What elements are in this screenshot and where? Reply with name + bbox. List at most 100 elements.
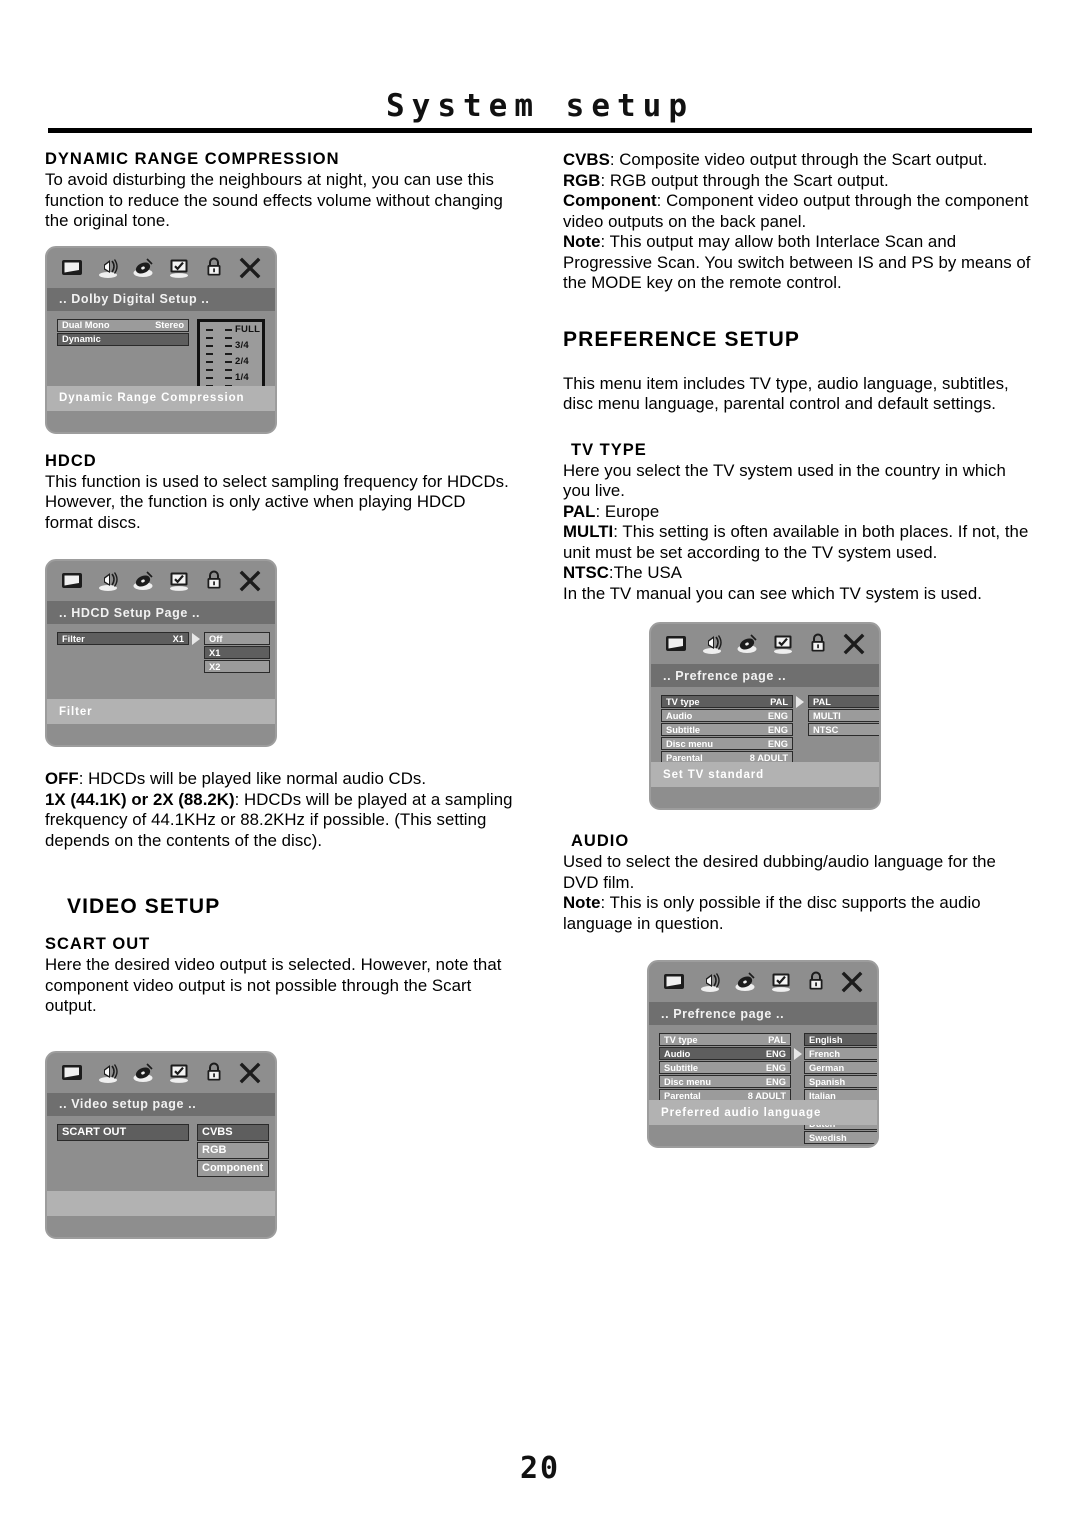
osd-option[interactable]: English	[804, 1033, 877, 1046]
exit-icon[interactable]	[842, 632, 866, 656]
preference-icon[interactable]	[769, 970, 793, 994]
speaker-icon[interactable]	[700, 632, 724, 656]
paragraph-tv-type: Here you select the TV system used in th…	[563, 461, 1033, 605]
slider-tick: 2/4	[200, 356, 262, 367]
exit-icon[interactable]	[238, 569, 262, 593]
osd-title: .. Dolby Digital Setup ..	[47, 287, 275, 311]
paragraph-video-outputs: CVBS: Composite video output through the…	[563, 150, 1033, 294]
osd-row[interactable]: Audio ENG	[659, 1047, 791, 1060]
osd-option[interactable]: PAL	[808, 695, 879, 708]
slider-tick: FULL	[200, 324, 262, 335]
paragraph-drc: To avoid disturbing the neighbours at ni…	[45, 170, 503, 230]
osd-row-value: X1	[172, 633, 184, 644]
osd-menu-list: Filter X1	[57, 632, 189, 646]
osd-row[interactable]: Dual Mono Stereo	[57, 318, 189, 332]
text-note-audio: : This is only possible if the disc supp…	[563, 893, 981, 933]
label-off: OFF	[45, 769, 79, 788]
right-column: CVBS: Composite video output through the…	[563, 150, 1033, 1148]
disc-icon[interactable]	[131, 256, 155, 280]
osd-row[interactable]: Disc menu ENG	[659, 1075, 791, 1088]
osd-dolby-digital-setup: .. Dolby Digital Setup .. Dual Mono Ster…	[45, 245, 277, 434]
selection-arrow-icon	[192, 633, 200, 645]
osd-option[interactable]: Off	[204, 632, 270, 645]
osd-row[interactable]: SCART OUT	[57, 1123, 189, 1141]
lock-icon[interactable]	[804, 970, 828, 994]
disc-icon[interactable]	[735, 632, 759, 656]
lock-icon[interactable]	[202, 256, 226, 280]
preference-icon[interactable]	[771, 632, 795, 656]
tv-icon[interactable]	[60, 1061, 84, 1085]
tv-icon[interactable]	[60, 256, 84, 280]
osd-row-value: PAL	[770, 696, 788, 707]
osd-row-value: ENG	[765, 1048, 786, 1059]
osd-option[interactable]: X1	[204, 646, 270, 659]
preference-icon[interactable]	[167, 569, 191, 593]
osd-row-label: SCART OUT	[62, 1126, 127, 1138]
tv-icon[interactable]	[662, 970, 686, 994]
preference-icon[interactable]	[167, 1061, 191, 1085]
osd-option[interactable]: CVBS	[197, 1123, 269, 1141]
page-number: 20	[519, 1451, 561, 1486]
speaker-icon[interactable]	[96, 1061, 120, 1085]
text-rgb: : RGB output through the Scart output.	[600, 170, 889, 190]
heading-preference-setup: PREFERENCE SETUP	[563, 327, 800, 351]
disc-icon[interactable]	[733, 970, 757, 994]
disc-icon[interactable]	[131, 569, 155, 593]
paragraph-preference-setup: This menu item includes TV type, audio l…	[563, 373, 1009, 414]
disc-icon[interactable]	[131, 1061, 155, 1085]
osd-row[interactable]: TV type PAL	[659, 1033, 791, 1046]
lock-icon[interactable]	[806, 632, 830, 656]
page-title: System setup	[386, 88, 694, 124]
speaker-icon[interactable]	[96, 256, 120, 280]
label-ntsc: NTSC	[563, 563, 609, 582]
left-column: DYNAMIC RANGE COMPRESSION To avoid distu…	[45, 150, 515, 1239]
osd-option[interactable]: Swedish	[804, 1131, 877, 1144]
osd-title: .. Prefrence page ..	[651, 664, 879, 687]
osd-row-label: Parental	[666, 752, 703, 763]
osd-option[interactable]: RGB	[197, 1141, 269, 1159]
lock-icon[interactable]	[202, 1061, 226, 1085]
heading-hdcd: HDCD	[45, 451, 97, 470]
exit-icon[interactable]	[840, 970, 864, 994]
osd-row[interactable]: Subtitle ENG	[661, 723, 793, 736]
label-note-video: Note	[563, 232, 601, 251]
osd-option[interactable]: German	[804, 1061, 877, 1074]
exit-icon[interactable]	[238, 256, 262, 280]
osd-option-list: CVBS RGB Component	[197, 1123, 269, 1178]
tv-icon[interactable]	[664, 632, 688, 656]
paragraph-hdcd-off: OFF: HDCDs will be played like normal au…	[45, 769, 515, 851]
speaker-icon[interactable]	[96, 569, 120, 593]
osd-row[interactable]: Dynamic	[57, 332, 189, 346]
slider-tick: 1/4	[200, 372, 262, 383]
osd-status-bar: Filter	[47, 699, 275, 724]
text-tv-type-intro: Here you select the TV system used in th…	[563, 460, 1006, 501]
osd-row[interactable]: TV type PAL	[661, 695, 793, 708]
osd-option[interactable]: MULTI	[808, 709, 879, 722]
heading-video-setup: VIDEO SETUP	[67, 895, 221, 918]
figure-dolby-digital-setup: .. Dolby Digital Setup .. Dual Mono Ster…	[45, 245, 515, 434]
osd-row[interactable]: Filter X1	[57, 632, 189, 645]
preference-icon[interactable]	[167, 256, 191, 280]
osd-row-label: Audio	[664, 1048, 691, 1059]
osd-row[interactable]: Disc menu ENG	[661, 737, 793, 750]
lock-icon[interactable]	[202, 569, 226, 593]
osd-row[interactable]: Audio ENG	[661, 709, 793, 722]
figure-preference-tv-type: .. Prefrence page .. TV type PAL Audio ENG…	[649, 622, 1033, 810]
tv-icon[interactable]	[60, 569, 84, 593]
speaker-icon[interactable]	[698, 970, 722, 994]
osd-option[interactable]: NTSC	[808, 723, 879, 736]
osd-preference-tv-type: .. Prefrence page .. TV type PAL Audio ENG…	[649, 622, 881, 810]
osd-option[interactable]: Component	[197, 1159, 269, 1177]
osd-option[interactable]: Spanish	[804, 1075, 877, 1088]
osd-row[interactable]: Subtitle ENG	[659, 1061, 791, 1074]
osd-row-label: TV type	[666, 696, 700, 707]
osd-row-label: Audio	[666, 710, 693, 721]
osd-option[interactable]: French	[804, 1047, 877, 1060]
osd-title: .. Video setup page ..	[47, 1092, 275, 1116]
exit-icon[interactable]	[238, 1061, 262, 1085]
paragraph-hdcd: This function is used to select sampling…	[45, 471, 509, 532]
osd-icon-bar	[649, 962, 877, 1002]
osd-row-label: Filter	[62, 633, 85, 644]
osd-option[interactable]: X2	[204, 660, 270, 673]
osd-row-value: ENG	[767, 710, 788, 721]
